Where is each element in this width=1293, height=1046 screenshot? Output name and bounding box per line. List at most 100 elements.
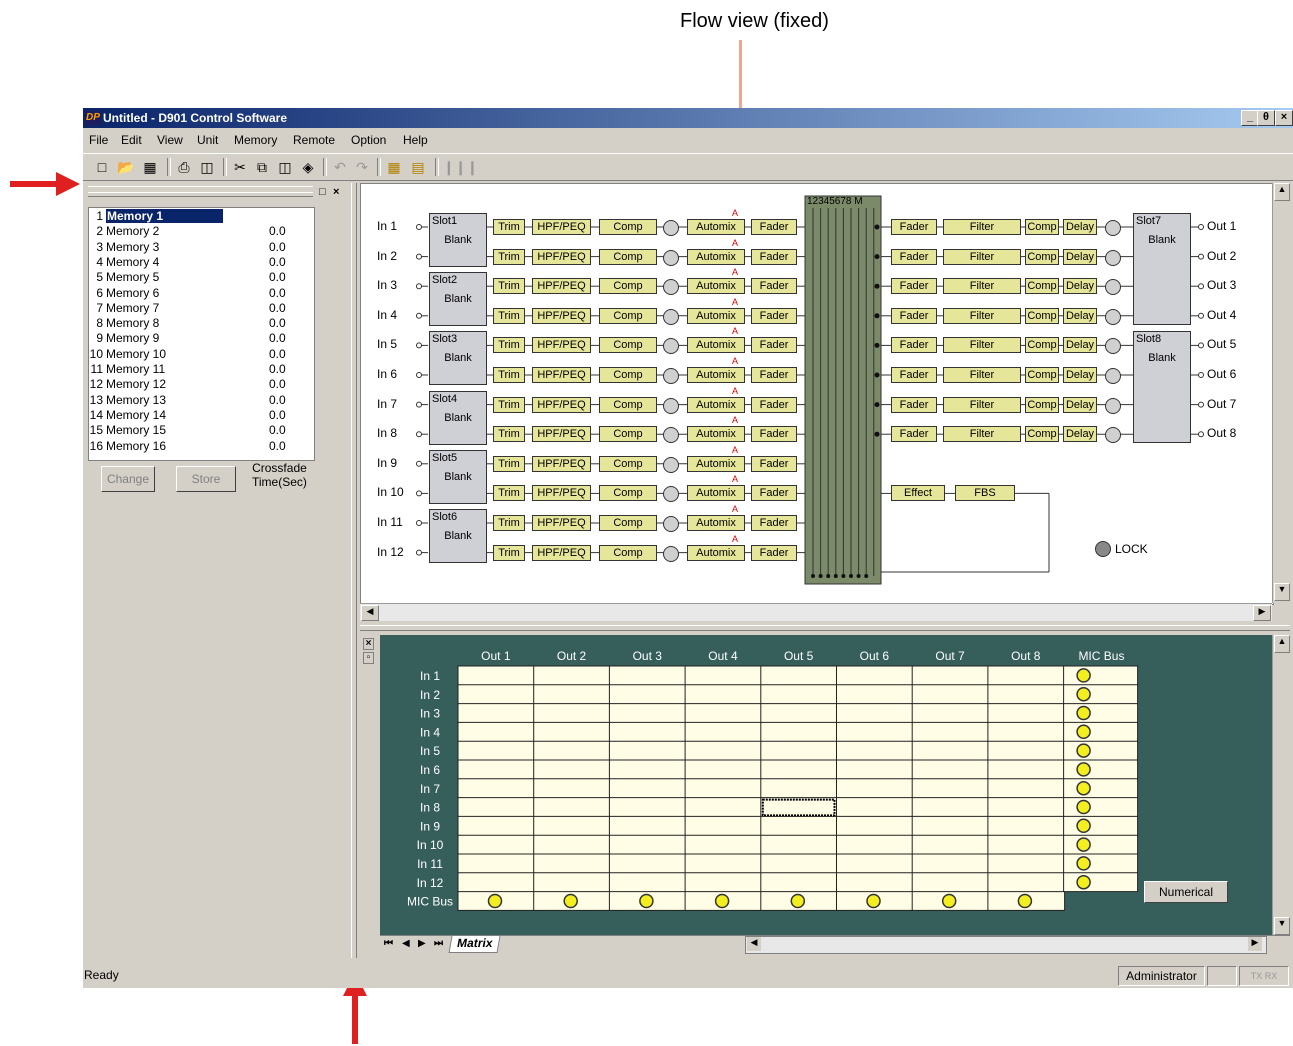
filter-block[interactable]: Filter xyxy=(943,278,1021,295)
delay-block[interactable]: Delay xyxy=(1063,367,1097,383)
panel-grip[interactable] xyxy=(88,192,313,197)
menu-remote[interactable]: Remote xyxy=(293,133,335,147)
out-comp-block[interactable]: Comp xyxy=(1025,248,1059,265)
automix-block[interactable]: Automix xyxy=(687,426,745,443)
out-comp-block[interactable]: Comp xyxy=(1025,337,1059,354)
trim-block[interactable]: Trim xyxy=(493,426,525,443)
sheet-horizontal-scrollbar[interactable]: ◀ ▶ xyxy=(745,936,1267,954)
menu-unit[interactable]: Unit xyxy=(197,133,218,147)
fader-block[interactable]: Fader xyxy=(751,485,797,502)
delay-block[interactable]: Delay xyxy=(1063,248,1097,265)
mic-bus-toggle-icon[interactable] xyxy=(1076,818,1091,834)
mic-bus-toggle-icon[interactable] xyxy=(1076,856,1091,871)
automix-block[interactable]: Automix xyxy=(687,455,745,472)
memory-list-item[interactable]: 14 Memory 14 0.0 xyxy=(89,408,314,423)
save-icon[interactable]: ▦ xyxy=(141,158,159,176)
columns-icon[interactable]: ❙❙❙ xyxy=(443,158,478,176)
fader-block[interactable]: Fader xyxy=(751,426,797,443)
gate-indicator[interactable] xyxy=(663,368,679,384)
print-icon[interactable]: ⎙ xyxy=(175,158,193,176)
flow-vertical-scrollbar[interactable]: ▲ ▼ xyxy=(1272,183,1290,603)
filter-block[interactable]: Filter xyxy=(943,337,1021,354)
scroll-down-icon[interactable]: ▼ xyxy=(1274,583,1290,601)
mic-bus-toggle-icon[interactable] xyxy=(714,893,730,909)
output-slot[interactable]: Slot7 Blank xyxy=(1133,213,1191,325)
memory-list-item[interactable]: 16 Memory 16 0.0 xyxy=(89,439,314,454)
out-fader-block[interactable]: Fader xyxy=(891,219,937,235)
mic-bus-toggle-icon[interactable] xyxy=(1076,837,1091,852)
trim-block[interactable]: Trim xyxy=(493,278,525,295)
gate-indicator[interactable] xyxy=(663,308,679,325)
lock-indicator[interactable] xyxy=(1095,541,1111,557)
hpf-peq-block[interactable]: HPF/PEQ xyxy=(532,337,591,354)
menu-help[interactable]: Help xyxy=(403,133,428,147)
menu-file[interactable]: File xyxy=(89,133,108,147)
output-slot[interactable]: Slot8 Blank xyxy=(1133,331,1191,444)
memory-list-item[interactable]: 1 Memory 1 0.0 xyxy=(89,209,314,224)
gate-indicator[interactable] xyxy=(663,545,679,562)
open-icon[interactable]: 📂 xyxy=(117,158,135,176)
trim-block[interactable]: Trim xyxy=(493,485,525,502)
hpf-peq-block[interactable]: HPF/PEQ xyxy=(532,485,591,502)
memory-list-item[interactable]: 4 Memory 4 0.0 xyxy=(89,255,314,270)
scroll-down-icon[interactable]: ▼ xyxy=(1274,917,1290,935)
input-slot[interactable]: Slot5 Blank xyxy=(429,449,487,504)
effect-block[interactable]: Effect xyxy=(891,485,945,502)
mic-bus-toggle-icon[interactable] xyxy=(563,893,578,909)
flow-horizontal-scrollbar[interactable]: ◀ ▶ xyxy=(360,603,1272,621)
copy-icon[interactable]: ⧉ xyxy=(253,158,271,176)
out-fader-block[interactable]: Fader xyxy=(891,307,937,324)
automix-block[interactable]: Automix xyxy=(687,515,745,531)
filter-block[interactable]: Filter xyxy=(943,367,1021,383)
delay-block[interactable]: Delay xyxy=(1063,396,1097,413)
fbs-block[interactable]: FBS xyxy=(955,485,1015,502)
memory-list-item[interactable]: 2 Memory 2 0.0 xyxy=(89,224,314,239)
print-preview-icon[interactable]: ◫ xyxy=(198,158,216,176)
hpf-peq-block[interactable]: HPF/PEQ xyxy=(532,367,591,383)
hpf-peq-block[interactable]: HPF/PEQ xyxy=(532,515,591,531)
memory-list-item[interactable]: 10 Memory 10 0.0 xyxy=(89,347,314,362)
memory-list-item[interactable]: 9 Memory 9 0.0 xyxy=(89,331,314,346)
comp-block[interactable]: Comp xyxy=(599,455,657,472)
menu-edit[interactable]: Edit xyxy=(121,133,142,147)
filter-block[interactable]: Filter xyxy=(943,219,1021,235)
hpf-peq-block[interactable]: HPF/PEQ xyxy=(532,396,591,413)
comp-block[interactable]: Comp xyxy=(599,248,657,265)
hpf-peq-block[interactable]: HPF/PEQ xyxy=(532,544,591,561)
comp-block[interactable]: Comp xyxy=(599,367,657,383)
out-fader-block[interactable]: Fader xyxy=(891,248,937,265)
delay-block[interactable]: Delay xyxy=(1063,278,1097,295)
fader-block[interactable]: Fader xyxy=(751,544,797,561)
scroll-left-icon[interactable]: ◀ xyxy=(747,937,761,951)
automix-block[interactable]: Automix xyxy=(687,485,745,502)
input-slot[interactable]: Slot4 Blank xyxy=(429,390,487,445)
menu-option[interactable]: Option xyxy=(351,133,386,147)
last-sheet-icon[interactable]: ⏭ xyxy=(434,938,443,949)
automix-block[interactable]: Automix xyxy=(687,307,745,324)
mic-bus-toggle-icon[interactable] xyxy=(941,893,957,909)
mic-bus-toggle-icon[interactable] xyxy=(1076,874,1091,890)
input-slot[interactable]: Slot3 Blank xyxy=(429,331,487,386)
out-indicator[interactable] xyxy=(1105,249,1121,266)
gate-indicator[interactable] xyxy=(663,249,679,266)
numerical-button[interactable]: Numerical xyxy=(1144,881,1228,903)
out-indicator[interactable] xyxy=(1105,308,1121,325)
matrix-float-icon[interactable]: ▫ xyxy=(363,652,374,664)
trim-block[interactable]: Trim xyxy=(493,515,525,531)
out-indicator[interactable] xyxy=(1105,368,1121,384)
delay-block[interactable]: Delay xyxy=(1063,219,1097,235)
paste-icon[interactable]: ◫ xyxy=(276,158,294,176)
gate-indicator[interactable] xyxy=(663,456,679,473)
scroll-right-icon[interactable]: ▶ xyxy=(1248,937,1262,951)
panel-float-button[interactable]: □ xyxy=(319,186,326,198)
automix-block[interactable]: Automix xyxy=(687,278,745,295)
automix-block[interactable]: Automix xyxy=(687,544,745,561)
fader-block[interactable]: Fader xyxy=(751,248,797,265)
change-button[interactable]: Change xyxy=(101,466,155,492)
mic-bus-toggle-icon[interactable] xyxy=(1017,893,1033,909)
horizontal-splitter[interactable] xyxy=(360,625,1290,631)
trim-block[interactable]: Trim xyxy=(493,219,525,235)
maximize-button[interactable]: θ xyxy=(1257,110,1275,126)
hpf-peq-block[interactable]: HPF/PEQ xyxy=(532,426,591,443)
out-comp-block[interactable]: Comp xyxy=(1025,219,1059,235)
